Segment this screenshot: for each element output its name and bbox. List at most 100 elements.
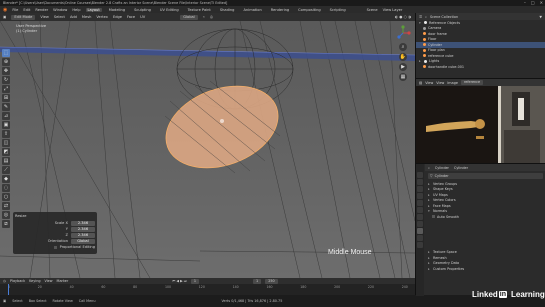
- tool-tab-icon[interactable]: [417, 172, 423, 178]
- menu-vertex[interactable]: Vertex: [96, 15, 108, 19]
- transform-tool-icon[interactable]: ⊞: [2, 94, 10, 102]
- menu-help[interactable]: Help: [72, 8, 80, 12]
- editor-type-icon[interactable]: ▣: [3, 15, 6, 19]
- shading-modes[interactable]: ◐ ● ○ ◑: [395, 15, 411, 19]
- output-tab-icon[interactable]: [417, 186, 423, 192]
- menu-timeline-view[interactable]: View: [45, 279, 53, 283]
- add-cube-tool-icon[interactable]: ▣: [2, 121, 10, 129]
- end-frame-field[interactable]: 250: [265, 278, 278, 284]
- menu-playback[interactable]: Playback: [10, 279, 25, 283]
- workspace-tab-texture-paint[interactable]: Texture Paint: [186, 8, 213, 12]
- axis-gizmo-icon[interactable]: [395, 25, 411, 41]
- rotate-tool-icon[interactable]: ↻: [2, 76, 10, 84]
- workspace-tab-uv-editing[interactable]: UV Editing: [158, 8, 181, 12]
- proportional-checkbox[interactable]: [53, 245, 57, 249]
- menu-marker[interactable]: Marker: [57, 279, 69, 283]
- workspace-tab-compositing[interactable]: Compositing: [296, 8, 323, 12]
- extrude-tool-icon[interactable]: ⇧: [2, 130, 10, 138]
- menu-render[interactable]: Render: [35, 8, 48, 12]
- menu-select[interactable]: Select: [54, 15, 65, 19]
- 3d-viewport[interactable]: User Perspective (1) Cylinder ⬚ ⊕ ✥ ↻ ⤢ …: [0, 21, 415, 278]
- mode-selector[interactable]: Edit Mode: [11, 14, 36, 20]
- zoom-icon[interactable]: ⌕: [399, 43, 407, 51]
- measure-tool-icon[interactable]: ⊿: [2, 112, 10, 120]
- section-custom-properties[interactable]: ▸ Custom Properties: [425, 266, 545, 272]
- menu-uv[interactable]: UV: [140, 15, 145, 19]
- menu-edge[interactable]: Edge: [113, 15, 122, 19]
- workspace-tab-shading[interactable]: Shading: [218, 8, 237, 12]
- workspace-tab-layout[interactable]: Layout: [85, 7, 102, 12]
- world-tab-icon[interactable]: [417, 200, 423, 206]
- shear-tool-icon[interactable]: ⧄: [2, 220, 10, 228]
- material-tab-icon[interactable]: [417, 235, 423, 241]
- image-editor-icon[interactable]: ▨: [419, 81, 422, 85]
- menu-ie-view2[interactable]: View: [436, 81, 444, 85]
- scale-x-field[interactable]: 2.346: [71, 220, 95, 226]
- move-tool-icon[interactable]: ✥: [2, 67, 10, 75]
- properties-context-object[interactable]: Cylinder: [435, 166, 449, 170]
- object-tab-icon[interactable]: [417, 207, 423, 213]
- modifier-tab-icon[interactable]: [417, 214, 423, 220]
- workspace-tab-sculpting[interactable]: Sculpting: [132, 8, 153, 12]
- workspace-tab-animation[interactable]: Animation: [241, 8, 263, 12]
- properties-context-data[interactable]: Cylinder: [454, 166, 468, 170]
- menu-add[interactable]: Add: [70, 15, 77, 19]
- outliner-search-icon[interactable]: ⌕: [425, 15, 427, 19]
- menu-ie-view[interactable]: View: [425, 81, 433, 85]
- menu-mesh[interactable]: Mesh: [82, 15, 91, 19]
- timeline-editor-icon[interactable]: ◷: [3, 279, 6, 283]
- workspace-tab-rendering[interactable]: Rendering: [269, 8, 291, 12]
- spin-tool-icon[interactable]: ◌: [2, 184, 10, 192]
- workspace-tab-modeling[interactable]: Modeling: [107, 8, 127, 12]
- start-frame-field[interactable]: 1: [253, 278, 262, 284]
- select-box-tool-icon[interactable]: ⬚: [2, 49, 10, 57]
- scale-z-field[interactable]: 2.346: [71, 232, 95, 238]
- shrink-tool-icon[interactable]: ◎: [2, 211, 10, 219]
- menu-edit[interactable]: Edit: [23, 8, 30, 12]
- perspective-toggle-icon[interactable]: ▦: [399, 73, 407, 81]
- mesh-name-field[interactable]: ▽ Cylinder: [428, 173, 543, 179]
- mesh-data-tab-icon[interactable]: [417, 228, 423, 234]
- inset-tool-icon[interactable]: ◫: [2, 139, 10, 147]
- menu-view[interactable]: View: [40, 15, 49, 19]
- annotate-tool-icon[interactable]: ✎: [2, 103, 10, 111]
- playhead[interactable]: [8, 284, 9, 295]
- current-frame-field[interactable]: 1: [190, 278, 200, 284]
- constraint-tab-icon[interactable]: [417, 221, 423, 227]
- smooth-tool-icon[interactable]: ○: [2, 193, 10, 201]
- loopcut-tool-icon[interactable]: ▤: [2, 157, 10, 165]
- view-layer-selector[interactable]: View Layer: [383, 8, 403, 12]
- scale-y-field[interactable]: 2.346: [71, 226, 95, 232]
- image-selector[interactable]: reference: [460, 80, 484, 85]
- transform-orientation-selector[interactable]: Global: [180, 14, 198, 20]
- cursor-tool-icon[interactable]: ⊕: [2, 58, 10, 66]
- knife-tool-icon[interactable]: ⟋: [2, 166, 10, 174]
- scene-tab-icon[interactable]: [417, 193, 423, 199]
- menu-face[interactable]: Face: [127, 15, 135, 19]
- menu-file[interactable]: File: [12, 8, 18, 12]
- workspace-tab-scripting[interactable]: Scripting: [328, 8, 348, 12]
- menu-window[interactable]: Window: [53, 8, 67, 12]
- outliner-item[interactable]: doorhandle cube.001: [416, 64, 545, 70]
- proportional-edit-icon[interactable]: ◎: [210, 15, 213, 19]
- menu-ie-image[interactable]: Image: [447, 81, 458, 85]
- timeline-scale[interactable]: 0 20 40 60 80 100 120 140 160 180 200 22…: [0, 284, 415, 295]
- scale-tool-icon[interactable]: ⤢: [2, 85, 10, 93]
- properties-search-icon[interactable]: ⌕: [428, 166, 430, 170]
- pan-hand-icon[interactable]: ✋: [399, 53, 407, 61]
- outliner-editor-icon[interactable]: ☰: [419, 15, 422, 19]
- bevel-tool-icon[interactable]: ◩: [2, 148, 10, 156]
- orientation-select[interactable]: Global: [71, 238, 95, 244]
- scene-selector[interactable]: Scene: [367, 8, 378, 12]
- menu-keying[interactable]: Keying: [29, 279, 40, 283]
- blender-logo-icon[interactable]: ◉: [3, 7, 7, 13]
- snap-icon[interactable]: ⌁: [203, 15, 205, 19]
- filter-icon[interactable]: ▼: [539, 15, 542, 19]
- texture-tab-icon[interactable]: [417, 242, 423, 248]
- render-tab-icon[interactable]: [417, 179, 423, 185]
- status-bar: ▣ Select Box Select Rotate View Call Men…: [0, 295, 545, 307]
- edge-slide-tool-icon[interactable]: ⇄: [2, 202, 10, 210]
- playback-controls[interactable]: ⏮ ◀ ▶ ⏭: [172, 279, 187, 283]
- polybuild-tool-icon[interactable]: ◆: [2, 175, 10, 183]
- camera-view-icon[interactable]: ▶: [399, 63, 407, 71]
